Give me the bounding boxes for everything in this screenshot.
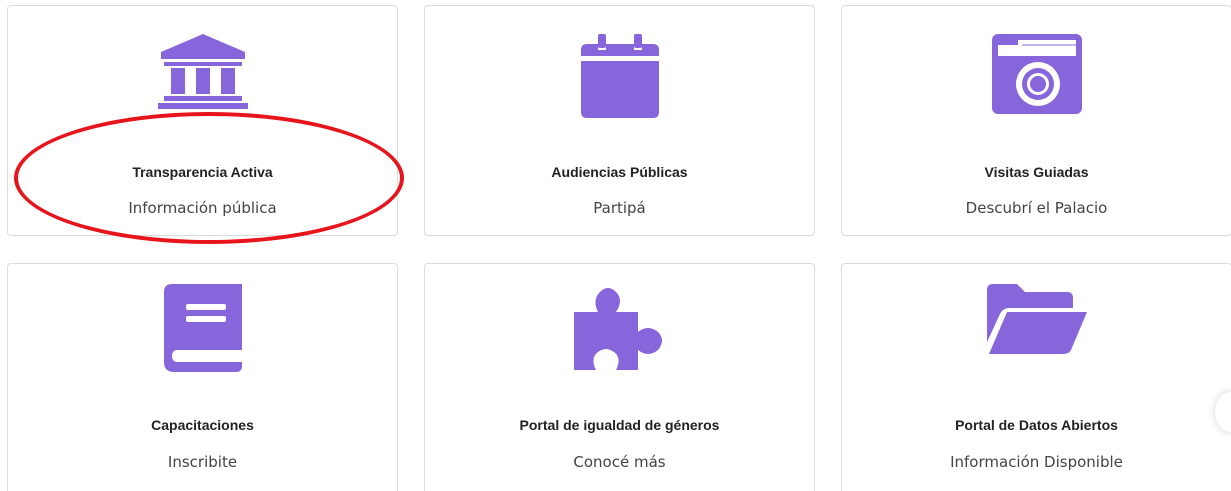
card-portal-igualdad-generos[interactable]: Portal de igualdad de géneros Conocé más	[424, 263, 815, 491]
card-title: Capacitaciones	[151, 417, 254, 433]
card-audiencias-publicas[interactable]: Audiencias Públicas Partipá	[424, 5, 815, 236]
services-grid: Transparencia Activa Información pública…	[0, 0, 1231, 491]
book-icon	[163, 284, 242, 372]
folder-open-icon	[986, 284, 1087, 354]
card-subtitle: Conocé más	[573, 453, 666, 471]
card-subtitle: Partipá	[593, 199, 646, 217]
card-portal-datos-abiertos[interactable]: Portal de Datos Abiertos Información Dis…	[841, 263, 1231, 491]
bank-building-icon	[157, 34, 248, 109]
card-visitas-guiadas[interactable]: Visitas Guiadas Descubrí el Palacio	[841, 5, 1231, 236]
card-transparencia-activa[interactable]: Transparencia Activa Información pública	[7, 5, 398, 236]
calendar-icon	[580, 34, 659, 118]
card-subtitle: Descubrí el Palacio	[965, 199, 1108, 217]
card-title: Audiencias Públicas	[551, 164, 688, 180]
camera-icon	[991, 34, 1082, 114]
card-capacitaciones[interactable]: Capacitaciones Inscribite	[7, 263, 398, 491]
puzzle-piece-icon	[573, 288, 662, 370]
card-title: Portal de Datos Abiertos	[955, 417, 1118, 433]
card-title: Portal de igualdad de géneros	[519, 417, 720, 433]
card-title: Visitas Guiadas	[984, 164, 1089, 180]
card-subtitle: Inscribite	[167, 453, 238, 471]
card-subtitle: Información Disponible	[950, 453, 1123, 471]
card-subtitle: Información pública	[128, 199, 277, 217]
card-title: Transparencia Activa	[132, 164, 273, 180]
